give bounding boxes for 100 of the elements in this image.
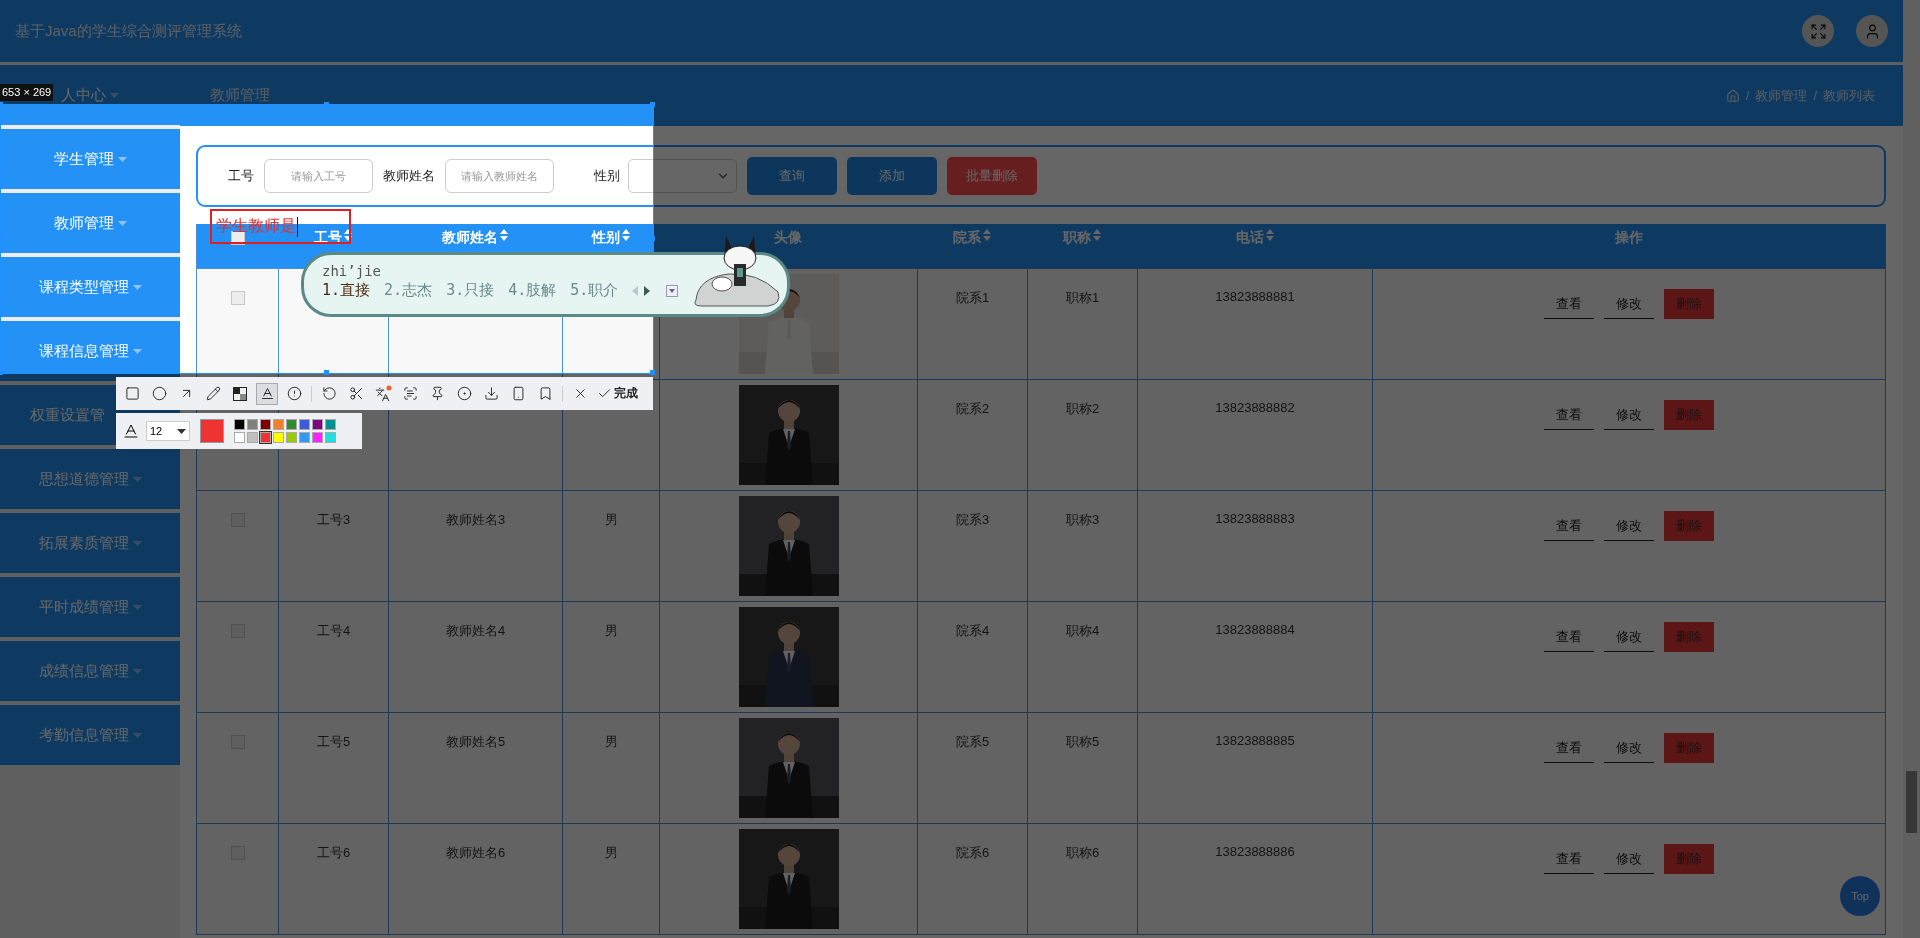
table-cell: 职称6: [1065, 844, 1100, 862]
color-swatch[interactable]: [299, 419, 310, 430]
row-action-button[interactable]: 查看: [1544, 511, 1594, 541]
sidebar-label: 思想道德管理: [38, 469, 129, 489]
home-icon[interactable]: [1725, 88, 1740, 103]
action-button[interactable]: 查询: [747, 157, 837, 195]
row-action-button[interactable]: 查看: [1544, 400, 1594, 430]
color-swatch[interactable]: [325, 419, 336, 430]
column-header[interactable]: 教师姓名: [442, 229, 498, 247]
sidebar-item[interactable]: 平时成绩管理: [0, 577, 180, 637]
color-swatch[interactable]: [273, 432, 284, 443]
fullscreen-button[interactable]: [1802, 15, 1834, 47]
resize-handle[interactable]: [650, 370, 655, 375]
done-button[interactable]: 完成: [597, 385, 638, 402]
table-cell: 工号3: [316, 511, 351, 529]
sidebar-label: 课程信息管理: [38, 341, 129, 361]
text-cursor: [297, 216, 298, 237]
action-button[interactable]: 批量删除: [947, 157, 1037, 195]
color-swatch[interactable]: [260, 419, 271, 430]
ime-candidate[interactable]: 4.肢解: [508, 281, 557, 300]
tool-button[interactable]: [373, 383, 393, 404]
color-swatch[interactable]: [273, 419, 284, 430]
sidebar-item[interactable]: 拓展素质管理: [0, 513, 180, 573]
sidebar-item[interactable]: 思想道德管理: [0, 449, 180, 509]
color-swatch[interactable]: [234, 419, 245, 430]
action-button[interactable]: 添加: [847, 157, 937, 195]
row-action-button[interactable]: 修改: [1604, 844, 1654, 874]
sidebar-item[interactable]: 考勤信息管理: [0, 705, 180, 765]
table-cell: 13823888883: [1215, 511, 1295, 526]
sidebar-item[interactable]: 教师管理: [0, 193, 180, 253]
row-action-button[interactable]: 查看: [1544, 622, 1594, 652]
sort-icon[interactable]: [344, 229, 352, 241]
sidebar-item[interactable]: 成绩信息管理: [0, 641, 180, 701]
current-color-swatch[interactable]: [200, 419, 224, 443]
table-cell: 男: [604, 622, 618, 640]
breadcrumb-item[interactable]: 教师管理: [1755, 86, 1808, 105]
column-header[interactable]: 院系: [953, 229, 981, 247]
ime-candidate[interactable]: 5.职介: [570, 281, 619, 300]
dropdown-icon[interactable]: [666, 284, 679, 297]
scan-icon: [402, 386, 418, 401]
row-action-button[interactable]: 修改: [1604, 289, 1654, 319]
table-cell: 院系5: [955, 733, 990, 751]
resize-handle[interactable]: [650, 236, 655, 241]
tool-button[interactable]: [257, 383, 277, 404]
sort-icon[interactable]: [1093, 229, 1101, 241]
sidebar-label: 成绩信息管理: [38, 661, 129, 681]
table-cell: 职称2: [1065, 400, 1100, 418]
scissors-icon: [348, 386, 364, 401]
table-cell: 教师姓名6: [445, 844, 506, 862]
scrollbar-thumb[interactable]: [1906, 771, 1917, 833]
column-header[interactable]: 职称: [1063, 229, 1091, 247]
ime-pinyin: zhi’jie: [322, 263, 382, 279]
table-cell: 教师姓名3: [445, 511, 506, 529]
sort-icon[interactable]: [983, 229, 991, 241]
color-swatch[interactable]: [260, 432, 271, 443]
circled-mark-icon: [286, 386, 302, 401]
sidebar-label: 拓展素质管理: [38, 533, 129, 553]
sort-icon[interactable]: [621, 229, 630, 241]
row-action-button[interactable]: 修改: [1604, 400, 1654, 430]
row-action-button[interactable]: 查看: [1544, 289, 1594, 319]
column-header[interactable]: 电话: [1235, 229, 1264, 247]
sidebar-item[interactable]: 学生管理: [0, 129, 180, 189]
row-action-button[interactable]: 修改: [1604, 733, 1654, 763]
color-swatch[interactable]: [247, 419, 258, 430]
text-tool-icon: [259, 386, 275, 401]
breadcrumb-item[interactable]: 教师列表: [1823, 86, 1875, 105]
row-action-button[interactable]: 查看: [1544, 733, 1594, 763]
sidebar-label: 权重设置管: [30, 405, 105, 425]
color-swatch[interactable]: [312, 432, 323, 443]
row-checkbox[interactable]: [230, 291, 245, 305]
font-size-select[interactable]: 12: [146, 421, 190, 441]
color-swatch[interactable]: [247, 432, 258, 443]
ime-candidate[interactable]: 2.志杰: [384, 281, 433, 300]
search-field[interactable]: 请输入工号: [264, 159, 373, 193]
color-swatch[interactable]: [286, 432, 297, 443]
resize-handle[interactable]: [650, 102, 655, 107]
resize-handle[interactable]: [324, 102, 329, 107]
breadcrumb-separator: /: [1813, 88, 1817, 103]
row-action-button[interactable]: 查看: [1544, 844, 1594, 874]
sidebar-item[interactable]: 课程类型管理: [0, 257, 180, 317]
color-swatch[interactable]: [286, 419, 297, 430]
sort-icon[interactable]: [500, 229, 508, 241]
sort-icon[interactable]: [1265, 229, 1274, 241]
table-cell: 院系4: [955, 622, 990, 640]
row-action-button[interactable]: 修改: [1604, 622, 1654, 652]
search-field[interactable]: 请输入教师姓名: [445, 159, 554, 193]
color-swatch[interactable]: [234, 432, 245, 443]
ime-candidate[interactable]: 1.直接: [322, 281, 371, 300]
phone-icon: [510, 386, 526, 401]
column-header[interactable]: 性别: [591, 229, 620, 247]
gender-select[interactable]: [628, 159, 737, 193]
color-swatch[interactable]: [325, 432, 336, 443]
color-swatch[interactable]: [299, 432, 310, 443]
user-button[interactable]: [1856, 15, 1888, 47]
color-swatch[interactable]: [312, 419, 323, 430]
translate-icon: [374, 385, 392, 402]
row-action-button[interactable]: 修改: [1604, 511, 1654, 541]
sidebar-item[interactable]: 课程信息管理: [0, 321, 180, 381]
ime-candidate[interactable]: 3.只接: [446, 281, 495, 300]
resize-handle[interactable]: [324, 370, 329, 375]
